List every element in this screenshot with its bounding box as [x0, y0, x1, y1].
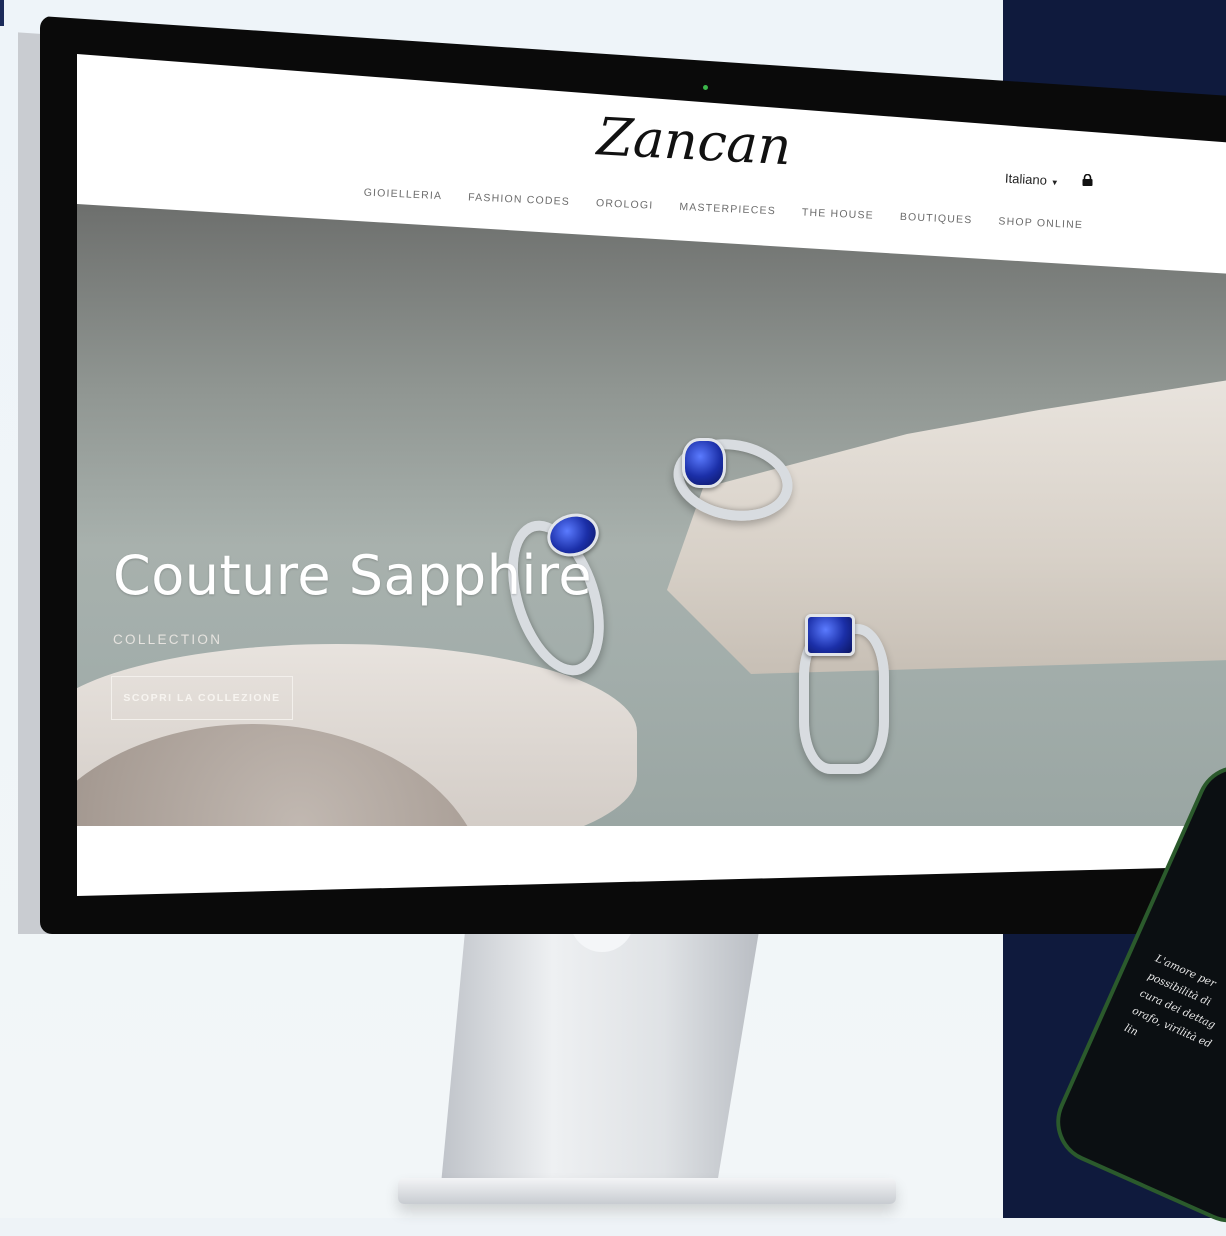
- hero-banner: Couture Sapphire COLLECTION SCOPRI LA CO…: [77, 204, 1226, 826]
- webcam-light-icon: [703, 85, 708, 90]
- website-screen: Zancan GIOIELLERIA FASHION CODES OROLOGI…: [77, 54, 1226, 896]
- nav-item-boutiques[interactable]: BOUTIQUES: [887, 210, 986, 226]
- main-nav: GIOIELLERIA FASHION CODES OROLOGI MASTER…: [350, 186, 1096, 232]
- language-label: Italiano: [1004, 170, 1048, 188]
- sapphire-gem-2: [682, 438, 726, 488]
- nav-item-the-house[interactable]: THE HOUSE: [789, 206, 888, 222]
- caret-down-icon: ▼: [1050, 177, 1059, 188]
- nav-item-shop-online[interactable]: SHOP ONLINE: [985, 215, 1096, 232]
- nav-item-masterpieces[interactable]: MASTERPIECES: [666, 200, 789, 218]
- monitor-base: [398, 1178, 896, 1204]
- hero-subtitle: COLLECTION: [113, 632, 223, 647]
- hero-title: Couture Sapphire: [113, 544, 593, 607]
- discover-collection-button[interactable]: SCOPRI LA COLLEZIONE: [111, 676, 293, 720]
- nav-item-orologi[interactable]: OROLOGI: [583, 197, 667, 213]
- brand-logo[interactable]: Zancan: [596, 107, 793, 177]
- corner-accent: [0, 0, 4, 26]
- language-selector[interactable]: Italiano ▼: [1005, 171, 1060, 189]
- sapphire-gem-3: [805, 614, 855, 656]
- lock-icon[interactable]: [1081, 174, 1094, 186]
- nav-item-gioielleria[interactable]: GIOIELLERIA: [350, 186, 455, 203]
- stone-prop: [667, 374, 1226, 674]
- monitor-stand: [440, 925, 760, 1195]
- nav-item-fashion-codes[interactable]: FASHION CODES: [455, 191, 583, 209]
- phone-paragraph: L'amore per possibilità di cura dei dett…: [1121, 950, 1226, 1110]
